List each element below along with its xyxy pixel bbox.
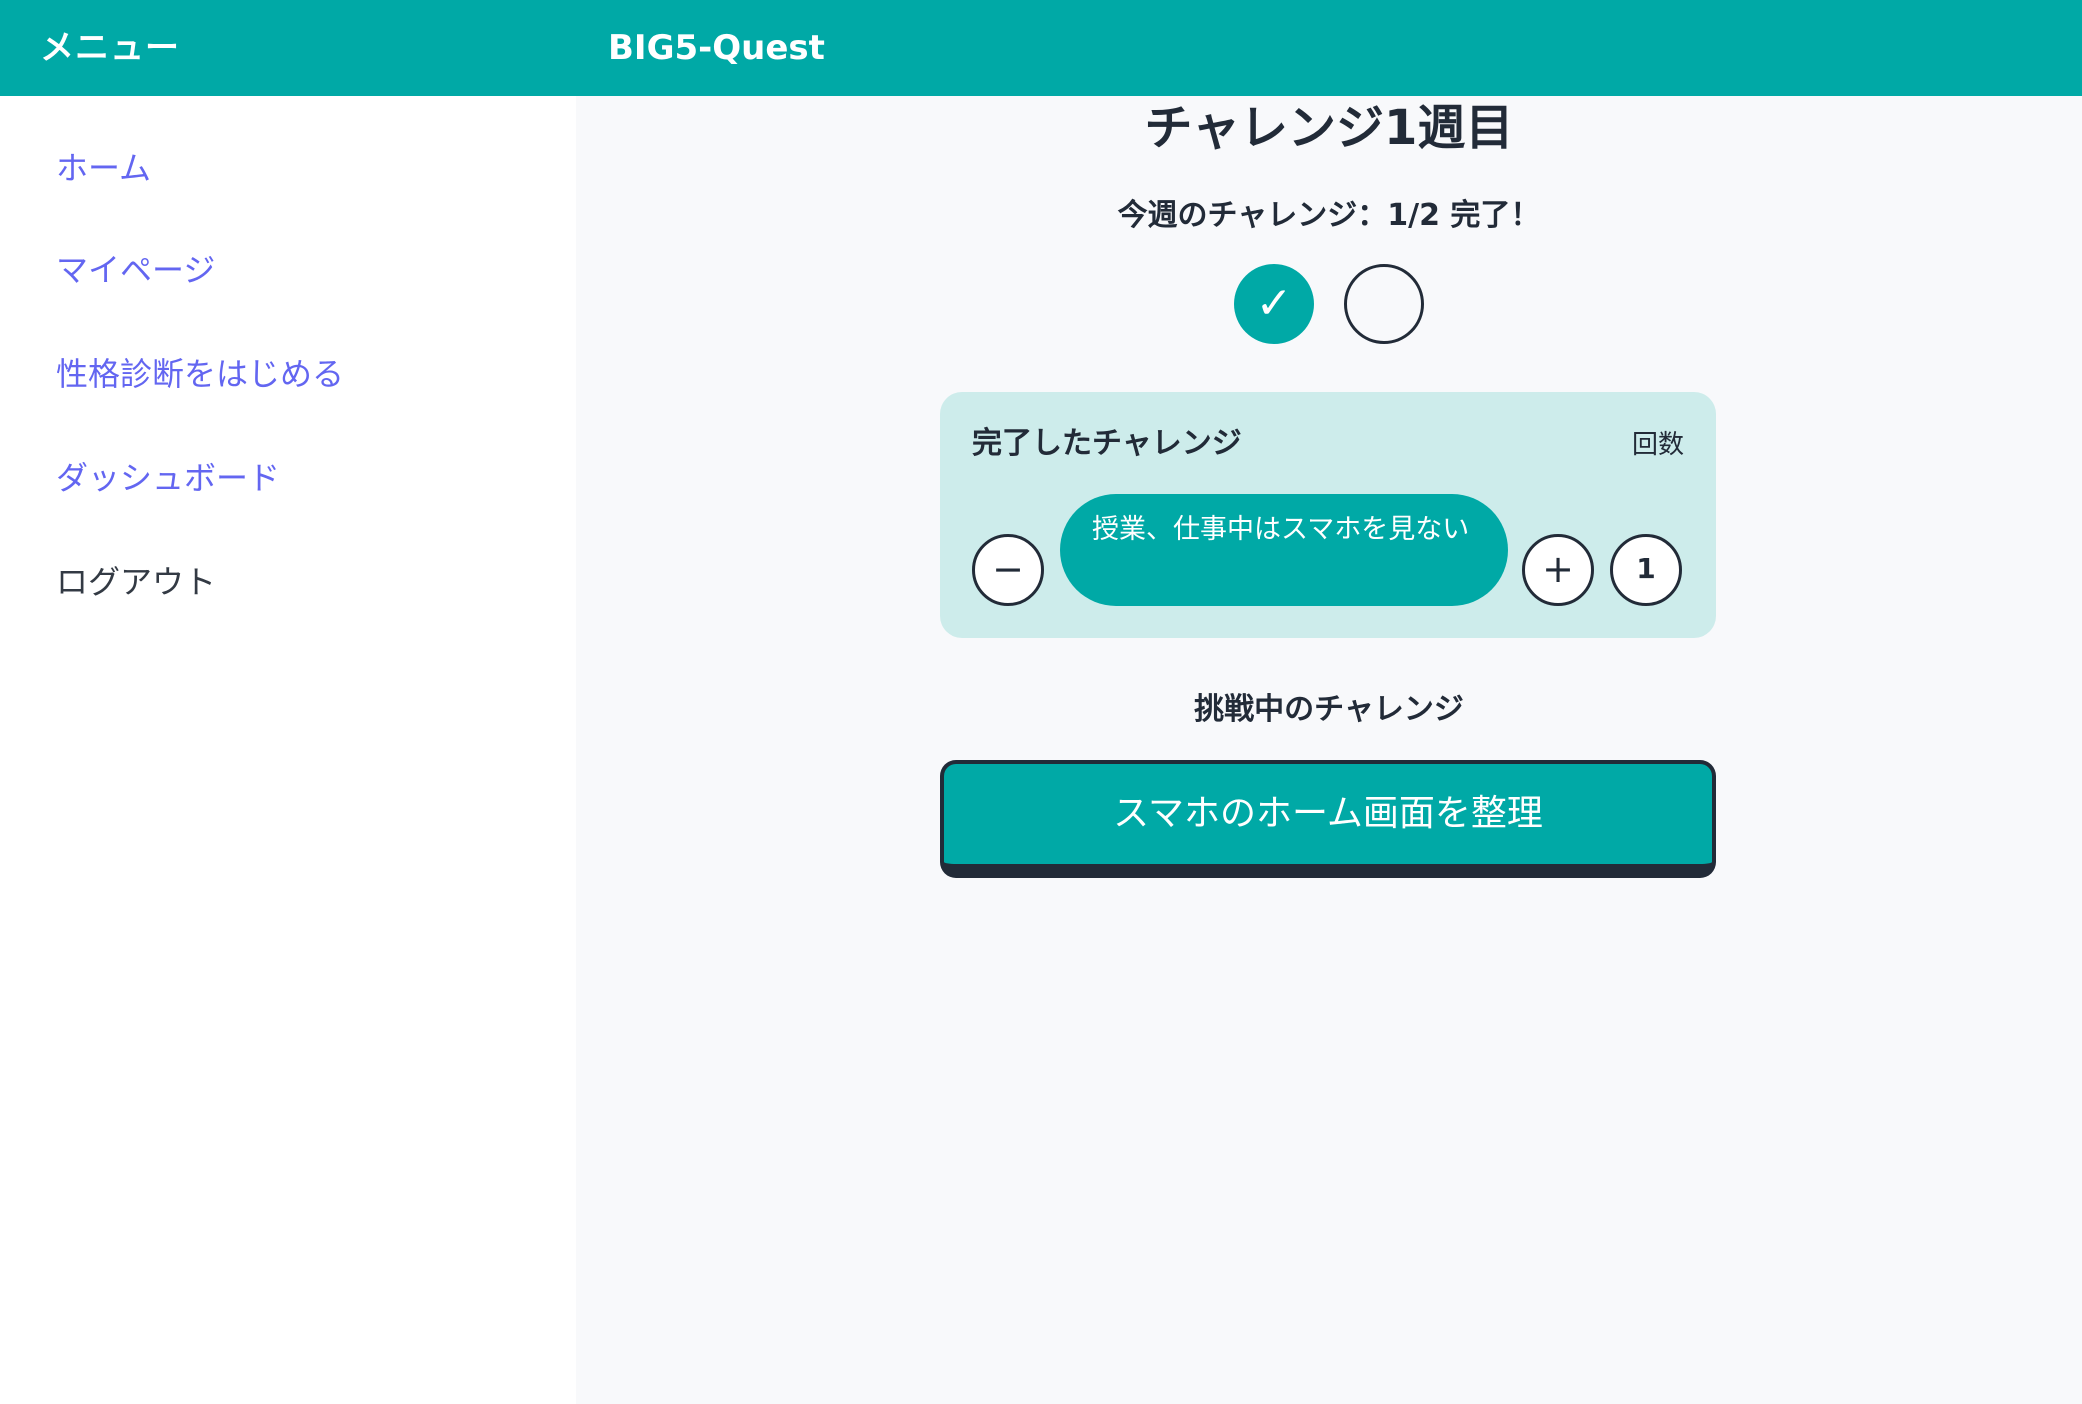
completed-challenges-title: 完了したチャレンジ (972, 426, 1242, 461)
main-content: チャレンジ1週目 今週のチャレンジ：1/2 完了！ ✓ 完了したチャレンジ 回数… (576, 96, 2082, 1404)
decrement-button[interactable]: − (972, 534, 1044, 606)
count-column-label: 回数 (1631, 430, 1684, 460)
sidebar-item-personality-test[interactable]: 性格診断をはじめる (56, 354, 344, 394)
completed-challenges-card: 完了したチャレンジ 回数 − 授業、仕事中はスマホを見ない + 1 (940, 392, 1716, 638)
top-bar: メニュー BIG5-Quest (0, 0, 2082, 96)
active-challenge-button[interactable]: スマホのホーム画面を整理 (940, 760, 1716, 878)
week-progress-text: 今週のチャレンジ：1/2 完了！ (1117, 198, 1541, 233)
sidebar-item-home[interactable]: ホーム (56, 148, 151, 188)
app-title[interactable]: BIG5-Quest (608, 26, 825, 70)
page-title: チャレンジ1週目 (1144, 100, 1514, 156)
challenge-pending-circle-icon (1344, 264, 1424, 344)
completed-challenge-item[interactable]: 授業、仕事中はスマホを見ない (1060, 494, 1508, 606)
in-progress-challenges-title: 挑戦中のチャレンジ (1194, 692, 1464, 727)
increment-button[interactable]: + (1522, 534, 1594, 606)
sidebar-item-logout[interactable]: ログアウト (56, 562, 216, 602)
sidebar: ホーム マイページ 性格診断をはじめる ダッシュボード ログアウト (0, 96, 576, 1404)
sidebar-item-mypage[interactable]: マイページ (56, 250, 215, 290)
completion-count-badge: 1 (1610, 534, 1682, 606)
menu-title: メニュー (40, 28, 180, 68)
sidebar-item-dashboard[interactable]: ダッシュボード (56, 458, 280, 498)
challenge-done-check-icon: ✓ (1234, 264, 1314, 344)
